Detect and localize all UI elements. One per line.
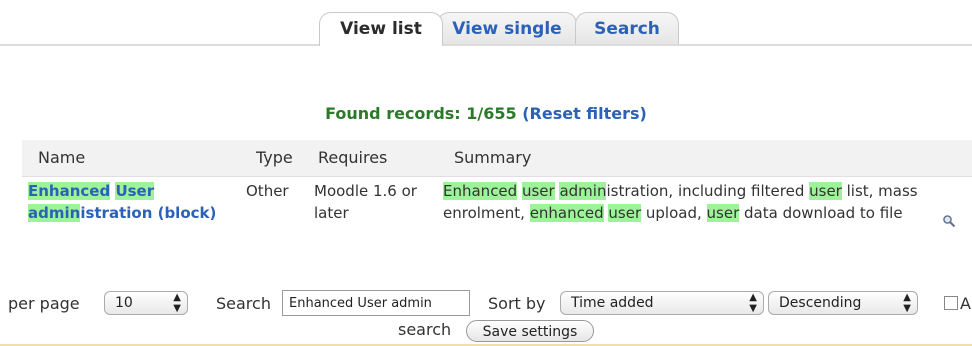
search-input[interactable] [282, 290, 470, 316]
reset-filters-link[interactable]: (Reset filters) [522, 104, 647, 123]
found-records: Found records: 1/655 (Reset filters) [0, 104, 972, 123]
record-summary: Enhanced user administration, including … [443, 180, 943, 224]
name-part: Enhanced [28, 182, 111, 200]
tab-view-single[interactable]: View single [437, 12, 577, 44]
sort-by-label: Sort by [488, 294, 546, 313]
summary-part: user [521, 182, 555, 200]
advanced-search-checkbox[interactable] [944, 296, 958, 310]
summary-part: admin [559, 182, 607, 200]
advanced-search-label: A [960, 294, 971, 313]
record-name-link[interactable]: Enhanced User administration (block) [28, 180, 238, 224]
name-part: User [115, 182, 155, 200]
summary-part: user [706, 204, 740, 222]
summary-part: istration, including filtered [606, 182, 810, 200]
summary-part: upload, [641, 204, 707, 222]
found-records-text: Found records: 1/655 [325, 104, 517, 123]
save-settings-button[interactable]: Save settings [466, 320, 594, 342]
filter-controls: per page 10 ▲▼ Search Sort by Time added… [0, 290, 972, 320]
record-type: Other [246, 182, 289, 200]
per-page-select[interactable]: 10 ▲ ▼ [104, 291, 188, 315]
sort-order-value: Descending [779, 295, 862, 311]
per-page-value: 10 [115, 295, 133, 311]
sort-field-value: Time added [571, 295, 654, 311]
summary-part: enhanced [529, 204, 604, 222]
search-suffix-label: search [398, 320, 452, 339]
summary-part: user [608, 204, 642, 222]
name-part: istration (block) [80, 204, 217, 222]
column-header-requires[interactable]: Requires [318, 148, 387, 167]
per-page-label: per page [8, 294, 80, 313]
select-arrows-icon: ▲ ▼ [173, 292, 181, 314]
summary-part: user [809, 182, 842, 200]
column-header-summary[interactable]: Summary [454, 148, 531, 167]
select-arrows-icon: ▲ ▼ [749, 292, 757, 314]
name-part: admin [28, 204, 81, 222]
sort-order-select[interactable]: Descending ▲ ▼ [768, 291, 918, 315]
tab-search[interactable]: Search [575, 12, 679, 44]
column-header-type[interactable]: Type [256, 148, 293, 167]
column-header-name[interactable]: Name [38, 148, 85, 167]
summary-part: data download to file [739, 204, 903, 222]
table-row: Enhanced User administration (block) Oth… [22, 178, 972, 258]
tab-view-list[interactable]: View list [319, 12, 443, 46]
summary-part: Enhanced [443, 182, 518, 200]
table-header: Name Type Requires Summary [22, 140, 972, 177]
search-label: Search [216, 294, 271, 313]
record-requires: Moodle 1.6 or later [314, 182, 417, 222]
sort-field-select[interactable]: Time added ▲ ▼ [560, 291, 764, 315]
magnifier-icon[interactable] [942, 214, 956, 228]
controls-row-2: search Save settings [0, 320, 972, 344]
select-arrows-icon: ▲ ▼ [903, 292, 911, 314]
